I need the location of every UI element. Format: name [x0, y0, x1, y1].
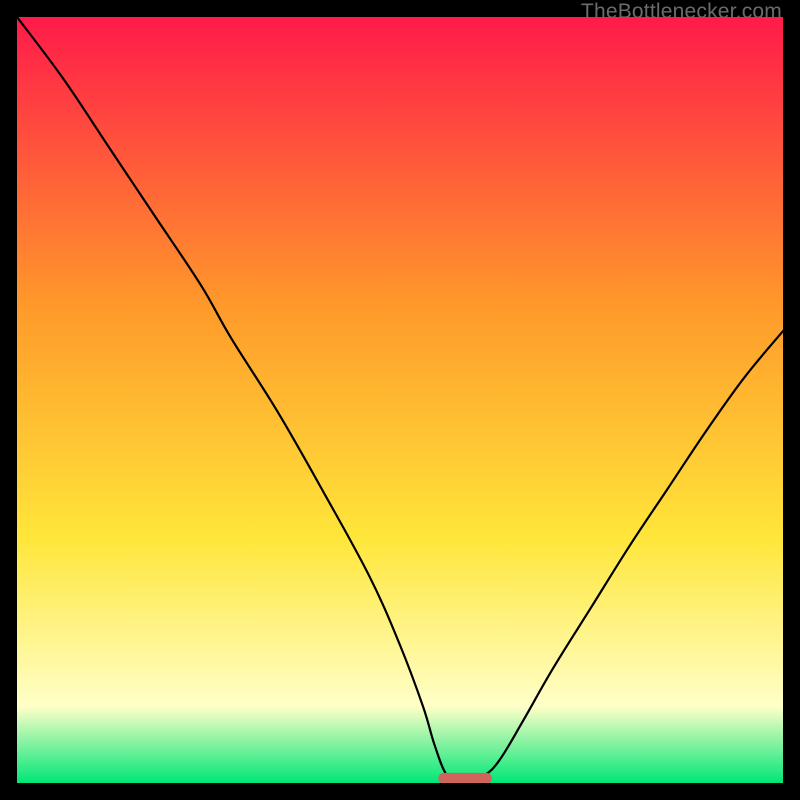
watermark-text: TheBottlenecker.com [581, 0, 782, 24]
gradient-background [17, 17, 783, 783]
optimal-marker [438, 773, 492, 783]
bottleneck-chart [17, 17, 783, 783]
chart-frame [17, 17, 783, 783]
